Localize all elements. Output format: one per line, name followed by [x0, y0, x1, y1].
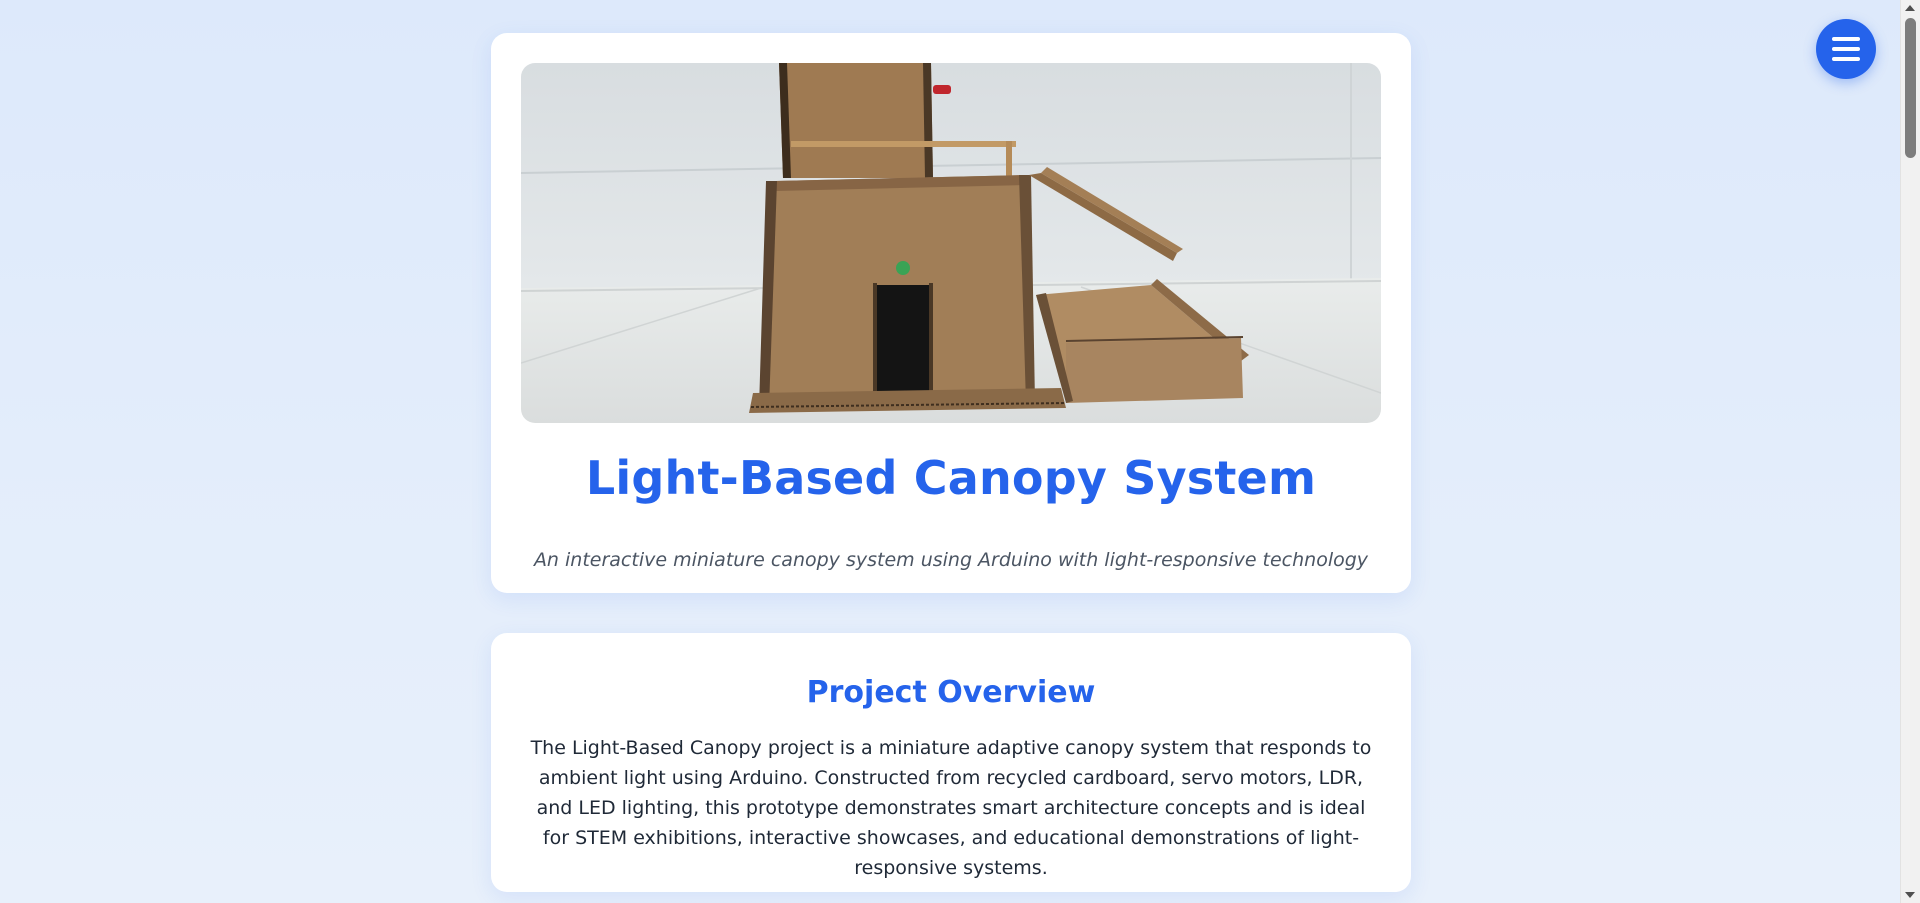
hero-card: Light-Based Canopy System An interactive…	[491, 33, 1411, 593]
page-title: Light-Based Canopy System	[585, 451, 1317, 505]
overview-card: Project Overview The Light-Based Canopy …	[491, 633, 1411, 892]
page: Light-Based Canopy System An interactive…	[0, 0, 1901, 903]
scrollbar-thumb[interactable]	[1905, 18, 1916, 158]
scroll-up-icon[interactable]	[1905, 5, 1915, 11]
overview-text: The Light-Based Canopy project is a mini…	[530, 737, 1372, 879]
menu-button[interactable]	[1816, 19, 1876, 79]
cardboard-model-photo	[521, 63, 1381, 423]
hamburger-menu-icon	[1832, 37, 1860, 61]
scroll-down-icon[interactable]	[1905, 892, 1915, 898]
hero-image	[521, 63, 1381, 423]
overview-title: Project Overview	[806, 675, 1096, 710]
page-subtitle: An interactive miniature canopy system u…	[533, 549, 1369, 571]
vertical-scrollbar[interactable]	[1900, 0, 1920, 903]
